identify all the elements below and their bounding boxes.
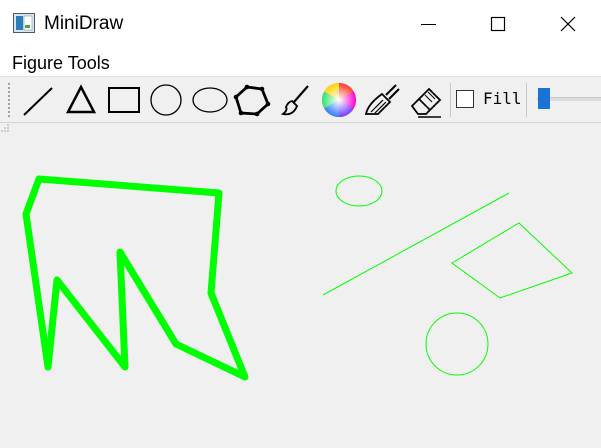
circle-tool[interactable] — [146, 80, 186, 120]
slider-thumb[interactable] — [537, 88, 550, 109]
minimize-icon — [421, 24, 436, 25]
circle-icon — [150, 84, 182, 116]
line-shape — [322, 192, 510, 296]
circle-shape — [425, 312, 489, 376]
maximize-icon — [490, 16, 506, 32]
eraser-tool[interactable] — [405, 80, 445, 120]
color-picker[interactable] — [319, 80, 359, 120]
color-wheel-icon — [322, 83, 356, 117]
toolbar-grip[interactable] — [8, 83, 10, 117]
rectangle-icon — [108, 87, 140, 113]
ellipse-shape — [335, 175, 383, 207]
clear-tool[interactable] — [362, 80, 402, 120]
close-icon — [560, 16, 576, 32]
menu-figure-tools[interactable]: Figure Tools — [12, 51, 110, 75]
resize-grip[interactable] — [0, 123, 10, 133]
minimize-button[interactable] — [396, 0, 464, 48]
polygon-icon — [233, 84, 271, 117]
line-icon — [23, 87, 53, 116]
window-title: MiniDraw — [44, 13, 124, 34]
broom-icon — [364, 84, 400, 115]
polygon-tool[interactable] — [232, 80, 272, 120]
title-bar: MiniDraw — [0, 0, 601, 48]
freehand-tool[interactable] — [276, 80, 316, 120]
maximize-button[interactable] — [464, 0, 532, 48]
menu-bar: Figure Tools — [0, 48, 601, 76]
drawing-canvas[interactable] — [0, 123, 601, 448]
triangle-tool[interactable] — [61, 80, 101, 120]
brush-icon — [280, 85, 309, 116]
eraser-icon — [410, 87, 442, 118]
paint-app-icon — [13, 13, 35, 33]
line-tool[interactable] — [18, 80, 58, 120]
fill-label: Fill — [483, 89, 522, 108]
line-width-slider[interactable] — [533, 86, 601, 112]
ellipse-icon — [192, 87, 228, 113]
quadrilateral-shape — [451, 222, 573, 299]
ellipse-tool[interactable] — [190, 80, 230, 120]
toolbar: Fill — [0, 76, 601, 123]
toolbar-separator — [450, 83, 451, 117]
canvas-drawing — [22, 175, 573, 381]
thick-polygon-shape — [22, 175, 249, 381]
fill-checkbox[interactable] — [456, 90, 474, 108]
rectangle-tool[interactable] — [104, 80, 144, 120]
triangle-icon — [65, 84, 97, 114]
close-button[interactable] — [533, 0, 601, 48]
toolbar-separator — [526, 83, 527, 117]
